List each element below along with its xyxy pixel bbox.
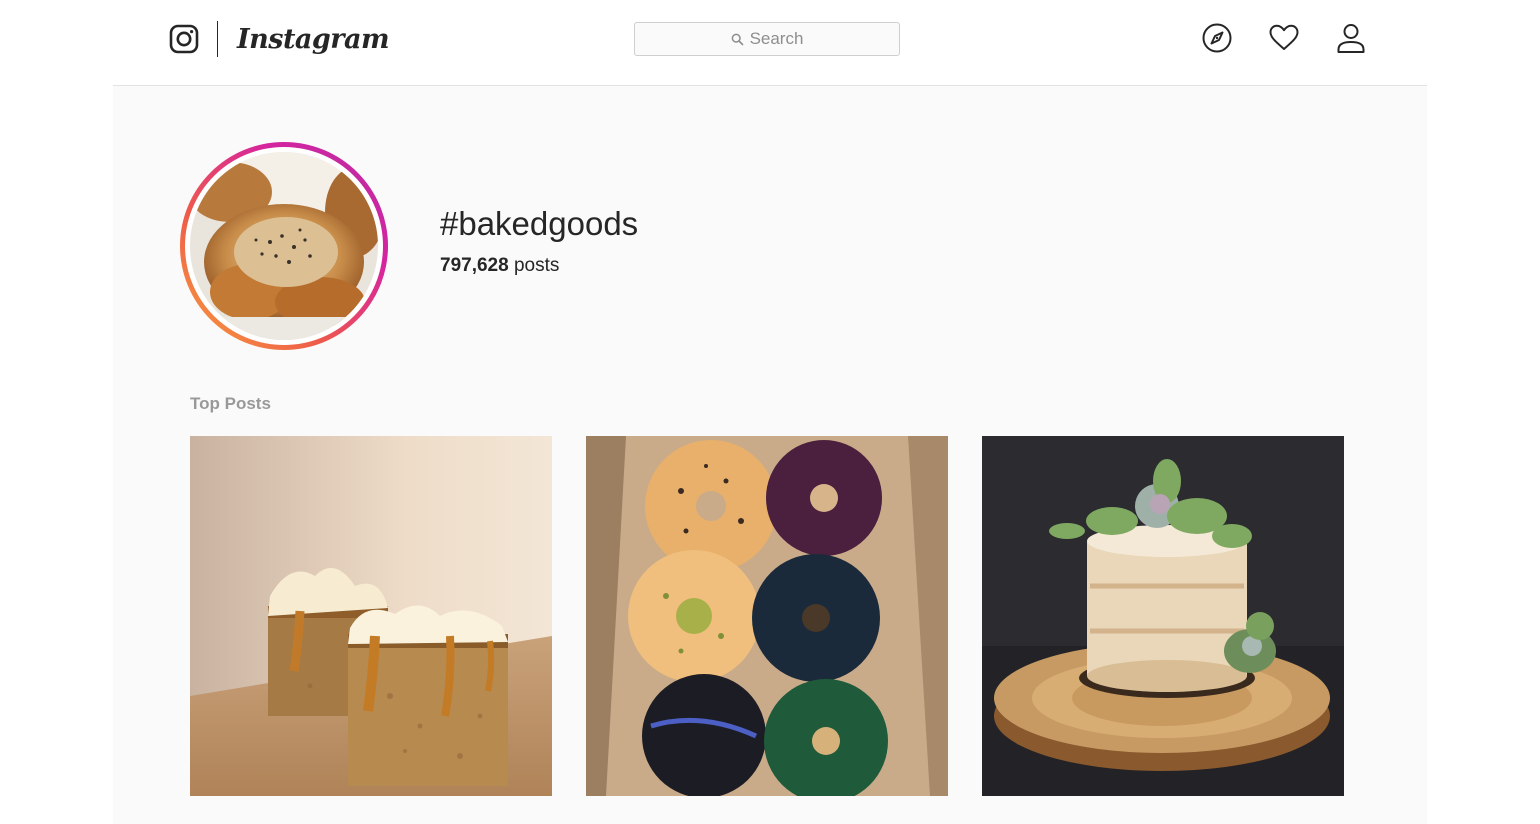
post-count-suffix: posts [513, 255, 560, 276]
carrot-cake-photo [190, 436, 552, 796]
top-post-2[interactable] [586, 436, 948, 796]
top-post-3[interactable] [982, 436, 1344, 796]
hashtag-avatar-frame [185, 147, 383, 345]
instagram-wordmark[interactable]: Instagram [237, 20, 390, 60]
croissant-photo [190, 152, 378, 340]
search-placeholder: Search [749, 29, 804, 48]
top-posts-heading: Top Posts [190, 394, 271, 413]
top-post-1[interactable] [190, 436, 552, 796]
hashtag-avatar-image [190, 152, 378, 340]
hashtag-avatar-ring[interactable] [180, 142, 388, 350]
search-icon [731, 33, 743, 45]
instagram-glyph-icon[interactable] [169, 24, 199, 54]
hashtag-title: #bakedgoods [440, 205, 639, 242]
hashtag-page: #bakedgoods 797,628 posts Top Posts [113, 86, 1427, 824]
top-nav-bar: Instagram Search [113, 0, 1427, 86]
doughnuts-photo [586, 436, 948, 796]
logo-divider [217, 21, 218, 57]
search-input[interactable]: Search [634, 22, 900, 56]
naked-cake-photo [982, 436, 1344, 796]
user-icon[interactable] [1334, 21, 1368, 55]
post-count: 797,628 posts [440, 254, 559, 278]
compass-icon[interactable] [1200, 21, 1234, 55]
heart-icon[interactable] [1267, 21, 1301, 55]
post-count-value: 797,628 [440, 255, 509, 276]
